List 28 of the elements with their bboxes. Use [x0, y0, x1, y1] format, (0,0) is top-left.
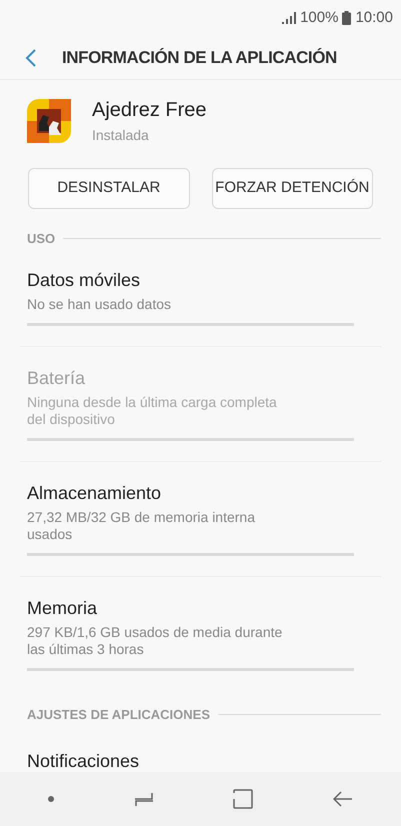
- recents-button[interactable]: [134, 791, 154, 807]
- home-button[interactable]: [233, 789, 254, 809]
- app-icon: [27, 98, 71, 142]
- back-nav-button[interactable]: [333, 791, 354, 807]
- usage-subtitle: 27,32 MB/32 GB de memoria interna usados: [27, 508, 256, 542]
- usage-subtitle: 297 KB/1,6 GB usados de media durante las últimas 3 horas: [27, 624, 284, 658]
- home-icon: [233, 789, 254, 809]
- section-heading: USO: [27, 230, 56, 248]
- battery-percent: 100%: [300, 8, 338, 28]
- usage-title[interactable]: Memoria: [27, 594, 374, 622]
- action-button[interactable]: DESINSTALAR: [28, 168, 190, 209]
- recents-icon: [134, 791, 154, 807]
- usage-title[interactable]: Datos móviles: [27, 266, 374, 294]
- back-icon: [25, 48, 37, 68]
- signal-icon: [282, 12, 296, 24]
- action-button[interactable]: FORZAR DETENCIÓN: [212, 168, 373, 209]
- clock: 10:00: [355, 8, 393, 28]
- settings-title[interactable]: Notificaciones: [27, 748, 374, 772]
- back-arrow-icon: [333, 791, 354, 807]
- app-name: Ajedrez Free: [92, 98, 206, 123]
- usage-subtitle: No se han usado datos: [27, 296, 172, 312]
- dot-icon: [48, 796, 54, 802]
- app-status: Instalada: [92, 126, 150, 145]
- section-heading: AJUSTES DE APLICACIONES: [27, 706, 210, 724]
- usage-subtitle: Ninguna desde la última carga completa del dispositivo: [27, 394, 278, 428]
- battery-icon: [342, 11, 352, 25]
- screen-title: INFORMACIÓN DE LA APLICACIÓN: [62, 46, 337, 69]
- usage-title[interactable]: Almacenamiento: [27, 480, 374, 506]
